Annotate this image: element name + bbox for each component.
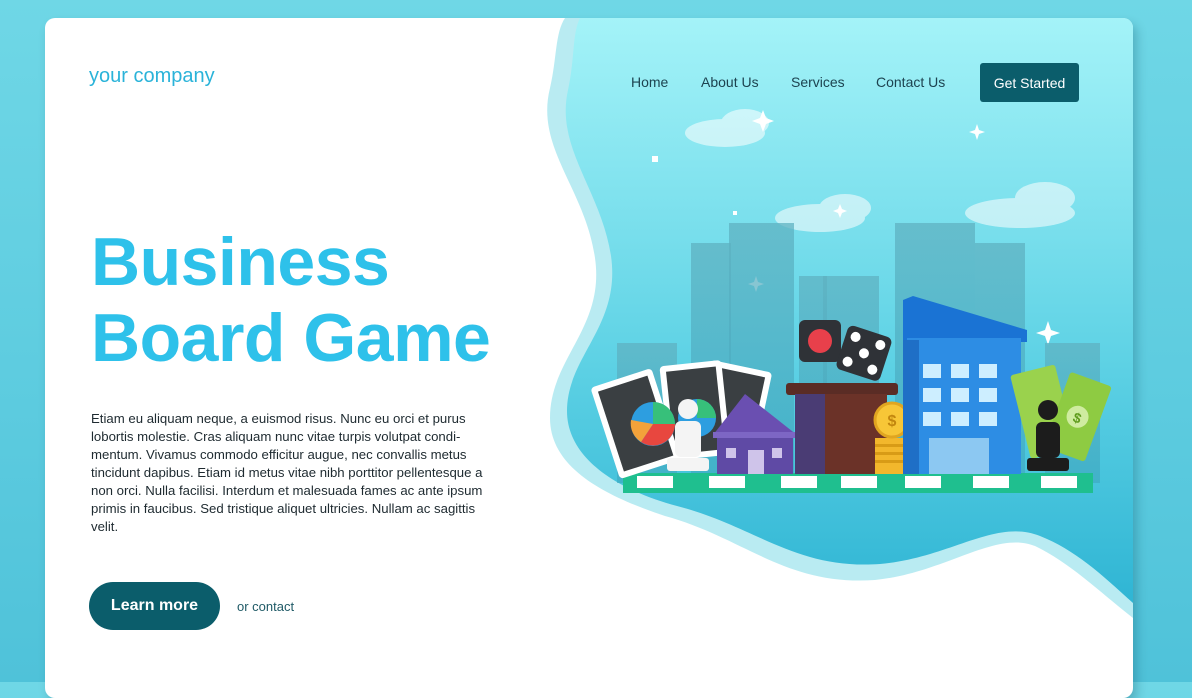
hero-body-text: Etiam eu aliquam neque, a euismod risus.… [91,411,483,534]
learn-more-button[interactable]: Learn more [89,582,220,630]
nav-item-home[interactable]: Home [631,74,668,90]
nav-item-services[interactable]: Services [791,74,845,90]
coin-symbol: $ [888,413,897,430]
contact-link[interactable]: or contact [237,599,294,614]
nav-item-about-us[interactable]: About Us [701,74,759,90]
hero-headline: Business Board Game [91,224,491,376]
get-started-button[interactable]: Get Started [980,63,1079,102]
nav-item-contact-us[interactable]: Contact Us [876,74,945,90]
hero-headline-line-1: Business [91,224,390,300]
hero-headline-line-2: Board Game [91,300,491,376]
company-logo[interactable]: your company [89,65,215,88]
landing-card: $ $ your company Home About Us Services … [45,18,1133,698]
board-base [623,473,1093,493]
